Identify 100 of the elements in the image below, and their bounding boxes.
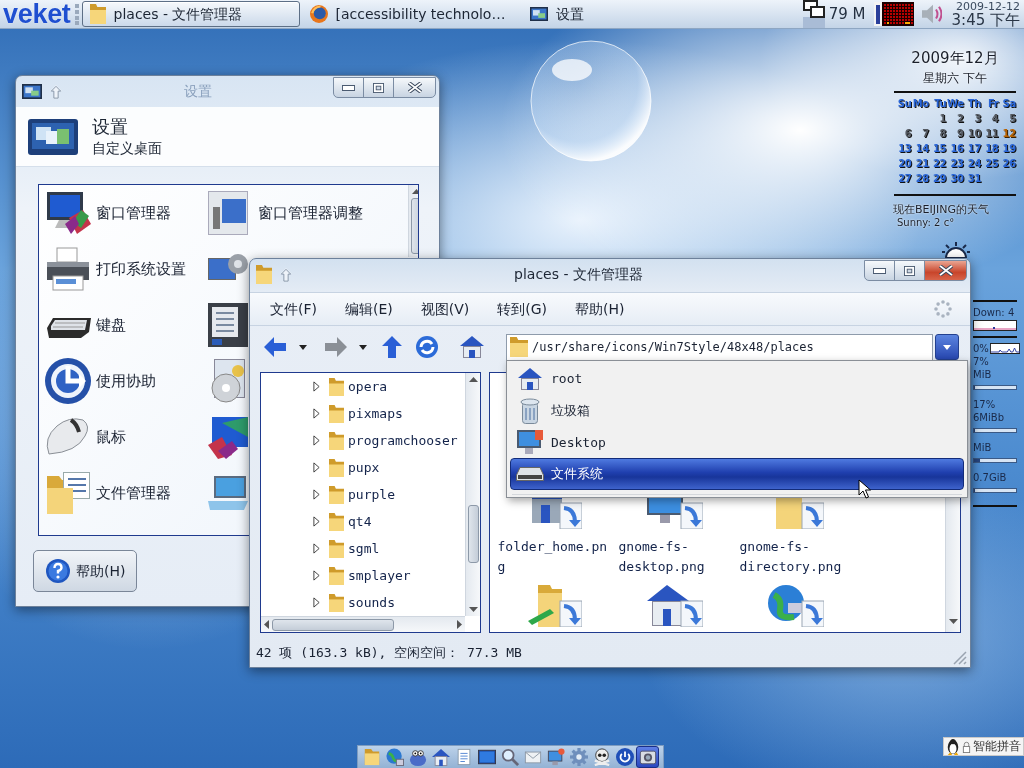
back-arrow-icon[interactable] [264, 337, 286, 357]
home-icon [431, 748, 450, 766]
scroll-thumb[interactable] [467, 505, 479, 563]
menu-item[interactable]: 视图(V) [418, 300, 472, 318]
file-name[interactable]: gnome-fs-directory.png [739, 537, 852, 577]
expand-arrow-icon[interactable] [313, 462, 320, 473]
dock-button[interactable] [636, 746, 659, 768]
file-name[interactable]: folder_home.png [497, 537, 610, 577]
dropdown-item[interactable]: 文件系统 [510, 458, 964, 490]
up-arrow-icon[interactable] [382, 336, 402, 358]
expand-arrow-icon[interactable] [313, 489, 320, 500]
scroll-left-icon[interactable] [264, 620, 269, 629]
calendar-day: 5 [998, 113, 1016, 129]
scroll-up-icon[interactable] [411, 189, 418, 194]
expand-arrow-icon[interactable] [313, 570, 320, 581]
settings-item[interactable]: 键盘 [45, 302, 126, 348]
scroll-up-icon[interactable] [468, 377, 478, 382]
scroll-thumb[interactable] [272, 618, 394, 631]
weekday-label: Fr [987, 98, 999, 112]
caret-icon[interactable] [299, 344, 307, 350]
settings-item[interactable]: 窗口管理器调整 [208, 191, 363, 235]
caret-icon[interactable] [359, 344, 367, 350]
resize-grip-icon[interactable] [951, 649, 967, 665]
menu-item[interactable]: 帮助(H) [573, 300, 627, 318]
settings-item[interactable]: 鼠标 [45, 414, 126, 460]
disc-icon[interactable] [208, 359, 248, 403]
folder-name[interactable]: sounds [348, 595, 395, 610]
taskbar-button[interactable]: places - 文件管理器 [81, 1, 300, 27]
folder-name[interactable]: pupx [348, 460, 380, 475]
folder-name[interactable]: sgml [348, 541, 380, 556]
folder-name[interactable]: pixmaps [348, 406, 403, 421]
menu-item[interactable]: 编辑(E) [343, 300, 395, 318]
close-button[interactable] [924, 260, 967, 281]
clock-text: 3:45 下午 [951, 12, 1020, 28]
scroll-down-icon[interactable] [468, 607, 478, 612]
taskbar-button[interactable]: 设置 [521, 1, 592, 27]
folder-icon [329, 485, 344, 504]
maximize-button[interactable] [363, 77, 394, 98]
dropdown-item[interactable]: 垃圾箱 [510, 394, 964, 427]
monitor-icon [477, 748, 496, 766]
expand-arrow-icon[interactable] [313, 408, 320, 419]
lock-icon[interactable] [962, 740, 971, 753]
dock-button[interactable] [613, 746, 636, 768]
weekday-label: Tu [933, 98, 947, 112]
expand-arrow-icon[interactable] [313, 597, 320, 608]
dropdown-item[interactable]: Desktop [510, 426, 964, 459]
taskbar-button[interactable]: [accessibility technolo… [301, 1, 520, 27]
forward-arrow-icon[interactable] [325, 337, 347, 357]
speaker-icon[interactable] [921, 3, 942, 25]
monitor-reading: 7% [973, 355, 989, 368]
gear-icon [569, 748, 588, 766]
scrollbar[interactable] [261, 616, 465, 632]
folder-name[interactable]: purple [348, 487, 395, 502]
file-name[interactable]: gnome-fs-desktop.png [618, 537, 731, 577]
help-icon [46, 559, 70, 583]
scroll-right-icon[interactable] [457, 620, 462, 629]
expand-arrow-icon[interactable] [313, 516, 320, 527]
minimize-button[interactable] [333, 77, 364, 98]
settings-item[interactable]: 文件管理器 [45, 470, 171, 516]
expand-arrow-icon[interactable] [313, 543, 320, 554]
weekday-label: Su [896, 98, 912, 112]
globe-shortcut-icon[interactable] [767, 585, 824, 627]
scrollbar[interactable] [465, 373, 480, 616]
expand-arrow-icon[interactable] [313, 435, 320, 446]
input-method-name[interactable]: 智能拼音 [973, 739, 1021, 754]
weekday-label: Th [966, 98, 981, 112]
globe-icon [385, 748, 404, 766]
help-button[interactable]: 帮助(H) [33, 550, 137, 592]
laptop-icon[interactable] [208, 476, 248, 510]
maximize-button[interactable] [894, 260, 925, 281]
logo: veket [2, 0, 72, 28]
printer-icon [45, 246, 91, 292]
home-icon[interactable] [460, 336, 484, 358]
folder-name[interactable]: programchooser [348, 433, 458, 448]
scroll-down-icon[interactable] [948, 619, 958, 624]
folder-icon [362, 748, 381, 766]
close-button[interactable] [393, 77, 436, 98]
dropdown-button[interactable] [935, 334, 959, 360]
workspace-icon[interactable] [802, 0, 825, 28]
expand-arrow-icon[interactable] [313, 381, 320, 392]
reload-icon[interactable] [416, 336, 438, 358]
menu-item[interactable]: 转到(G) [495, 300, 550, 318]
panel-icon[interactable] [208, 303, 248, 347]
monitor-palette-icon[interactable] [208, 415, 248, 459]
header-title: 设置 [92, 115, 129, 138]
folder-name[interactable]: smplayer [348, 568, 411, 583]
menu-item[interactable]: 文件(F) [268, 300, 319, 318]
dropdown-item[interactable]: root [510, 363, 964, 395]
location-field[interactable]: /usr/share/icons/Win7Style/48x48/places [506, 333, 933, 361]
settings-item[interactable]: 窗口管理器 [45, 190, 171, 236]
house-shortcut-icon[interactable] [646, 585, 703, 627]
drag-handle-icon[interactable] [73, 3, 80, 25]
folder-name[interactable]: opera [348, 379, 388, 394]
folder-name[interactable]: qt4 [348, 514, 372, 529]
minimize-button[interactable] [864, 260, 895, 281]
settings-item[interactable]: 打印系统设置 [45, 246, 186, 292]
mail-icon [523, 748, 542, 766]
settings-item[interactable]: 使用协助 [45, 358, 156, 404]
penguin-icon[interactable] [946, 738, 960, 755]
scroll-thumb[interactable] [410, 198, 418, 254]
